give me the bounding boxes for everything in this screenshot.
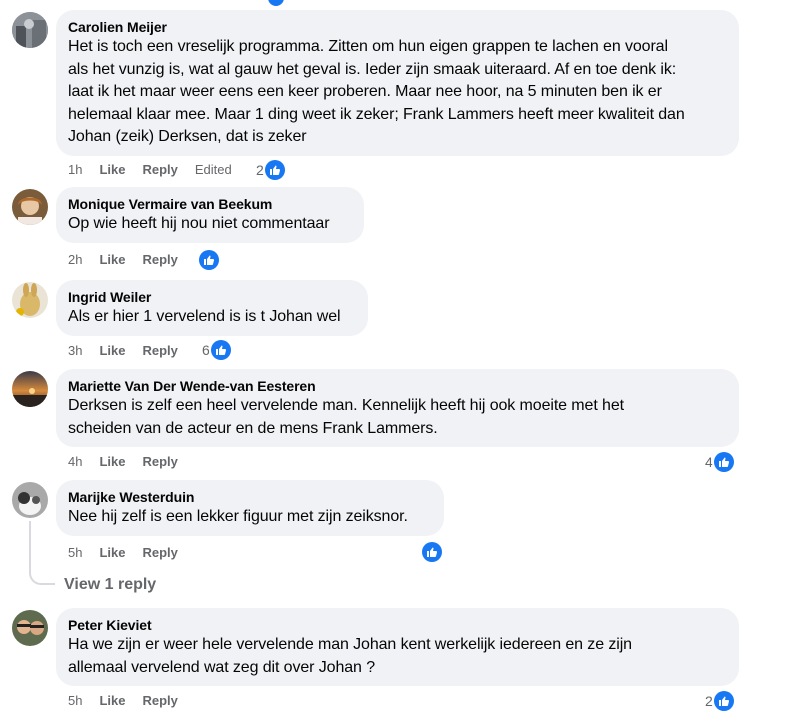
reaction-count[interactable]: [199, 250, 219, 270]
reaction-count[interactable]: 2: [256, 160, 285, 180]
thumbs-up-icon: [199, 250, 219, 270]
reply-button[interactable]: Reply: [142, 250, 177, 270]
thumbs-up-icon: [713, 452, 734, 472]
avatar[interactable]: [12, 610, 48, 646]
avatar-image: [12, 12, 48, 48]
reply-button[interactable]: Reply: [142, 691, 177, 711]
reply-button[interactable]: Reply: [142, 543, 177, 563]
reply-button[interactable]: Reply: [142, 341, 177, 361]
comment-author[interactable]: Monique Vermaire van Beekum: [68, 195, 352, 213]
reaction-count[interactable]: 2: [705, 691, 734, 711]
comment-actions: 5h Like Reply: [68, 543, 195, 563]
comment-actions: 2h Like Reply: [68, 250, 195, 270]
avatar-image: [12, 371, 48, 407]
comment-author[interactable]: Mariette Van Der Wende-van Eesteren: [68, 377, 727, 395]
comment-author[interactable]: Carolien Meijer: [68, 18, 727, 36]
comment-time[interactable]: 1h: [68, 160, 82, 180]
thumbs-up-icon: [210, 340, 231, 360]
like-button[interactable]: Like: [99, 160, 125, 180]
reaction-number: 4: [705, 454, 713, 470]
comment-time[interactable]: 5h: [68, 543, 82, 563]
comment-time[interactable]: 2h: [68, 250, 82, 270]
comment-bubble: Ingrid Weiler Als er hier 1 vervelend is…: [56, 280, 368, 336]
like-button[interactable]: Like: [99, 543, 125, 563]
comment-actions: 5h Like Reply: [68, 691, 195, 711]
view-replies-link[interactable]: View 1 reply: [64, 575, 156, 595]
notification-dot: [268, 0, 284, 6]
comment-text: Ha we zijn er weer hele vervelende man J…: [68, 636, 632, 676]
comment-author[interactable]: Peter Kieviet: [68, 616, 727, 634]
reaction-count[interactable]: 6: [202, 340, 231, 360]
avatar[interactable]: [12, 371, 48, 407]
avatar[interactable]: [12, 482, 48, 518]
reaction-number: 6: [202, 342, 210, 358]
avatar[interactable]: [12, 282, 48, 318]
like-button[interactable]: Like: [99, 341, 125, 361]
comment-author[interactable]: Marijke Westerduin: [68, 488, 432, 506]
comment-bubble: Peter Kieviet Ha we zijn er weer hele ve…: [56, 608, 739, 686]
thumbs-up-icon: [264, 160, 285, 180]
comment-bubble: Carolien Meijer Het is toch een vreselij…: [56, 10, 739, 156]
comment-text: Nee hij zelf is een lekker figuur met zi…: [68, 508, 408, 525]
comment-bubble: Mariette Van Der Wende-van Eesteren Derk…: [56, 369, 739, 447]
comment-text: Als er hier 1 vervelend is is t Johan we…: [68, 308, 341, 325]
avatar-image: [12, 282, 48, 318]
comment-bubble: Marijke Westerduin Nee hij zelf is een l…: [56, 480, 444, 536]
like-button[interactable]: Like: [99, 691, 125, 711]
avatar-image: [12, 189, 48, 225]
comment-time[interactable]: 4h: [68, 452, 82, 472]
reaction-count[interactable]: [422, 542, 442, 562]
comment-actions: 1h Like Reply Edited: [68, 160, 249, 180]
comment-author[interactable]: Ingrid Weiler: [68, 288, 356, 306]
avatar-image: [12, 482, 48, 518]
reaction-number: 2: [705, 693, 713, 709]
reaction-number: 2: [256, 162, 264, 178]
like-button[interactable]: Like: [99, 452, 125, 472]
edited-label[interactable]: Edited: [195, 160, 232, 180]
comment-text: Het is toch een vreselijk programma. Zit…: [68, 38, 685, 145]
reaction-count[interactable]: 4: [705, 452, 734, 472]
comment-text: Derksen is zelf een heel vervelende man.…: [68, 397, 624, 437]
reply-thread-line: [29, 521, 55, 585]
thumbs-up-icon: [422, 542, 442, 562]
comment-time[interactable]: 5h: [68, 691, 82, 711]
avatar[interactable]: [12, 189, 48, 225]
comment-text: Op wie heeft hij nou niet commentaar: [68, 215, 330, 232]
avatar[interactable]: [12, 12, 48, 48]
comment-actions: 3h Like Reply: [68, 341, 195, 361]
reply-button[interactable]: Reply: [142, 160, 177, 180]
reply-button[interactable]: Reply: [142, 452, 177, 472]
avatar-image: [12, 610, 48, 646]
comment-bubble: Monique Vermaire van Beekum Op wie heeft…: [56, 187, 364, 243]
thumbs-up-icon: [713, 691, 734, 711]
comment-time[interactable]: 3h: [68, 341, 82, 361]
like-button[interactable]: Like: [99, 250, 125, 270]
comment-actions: 4h Like Reply: [68, 452, 195, 472]
